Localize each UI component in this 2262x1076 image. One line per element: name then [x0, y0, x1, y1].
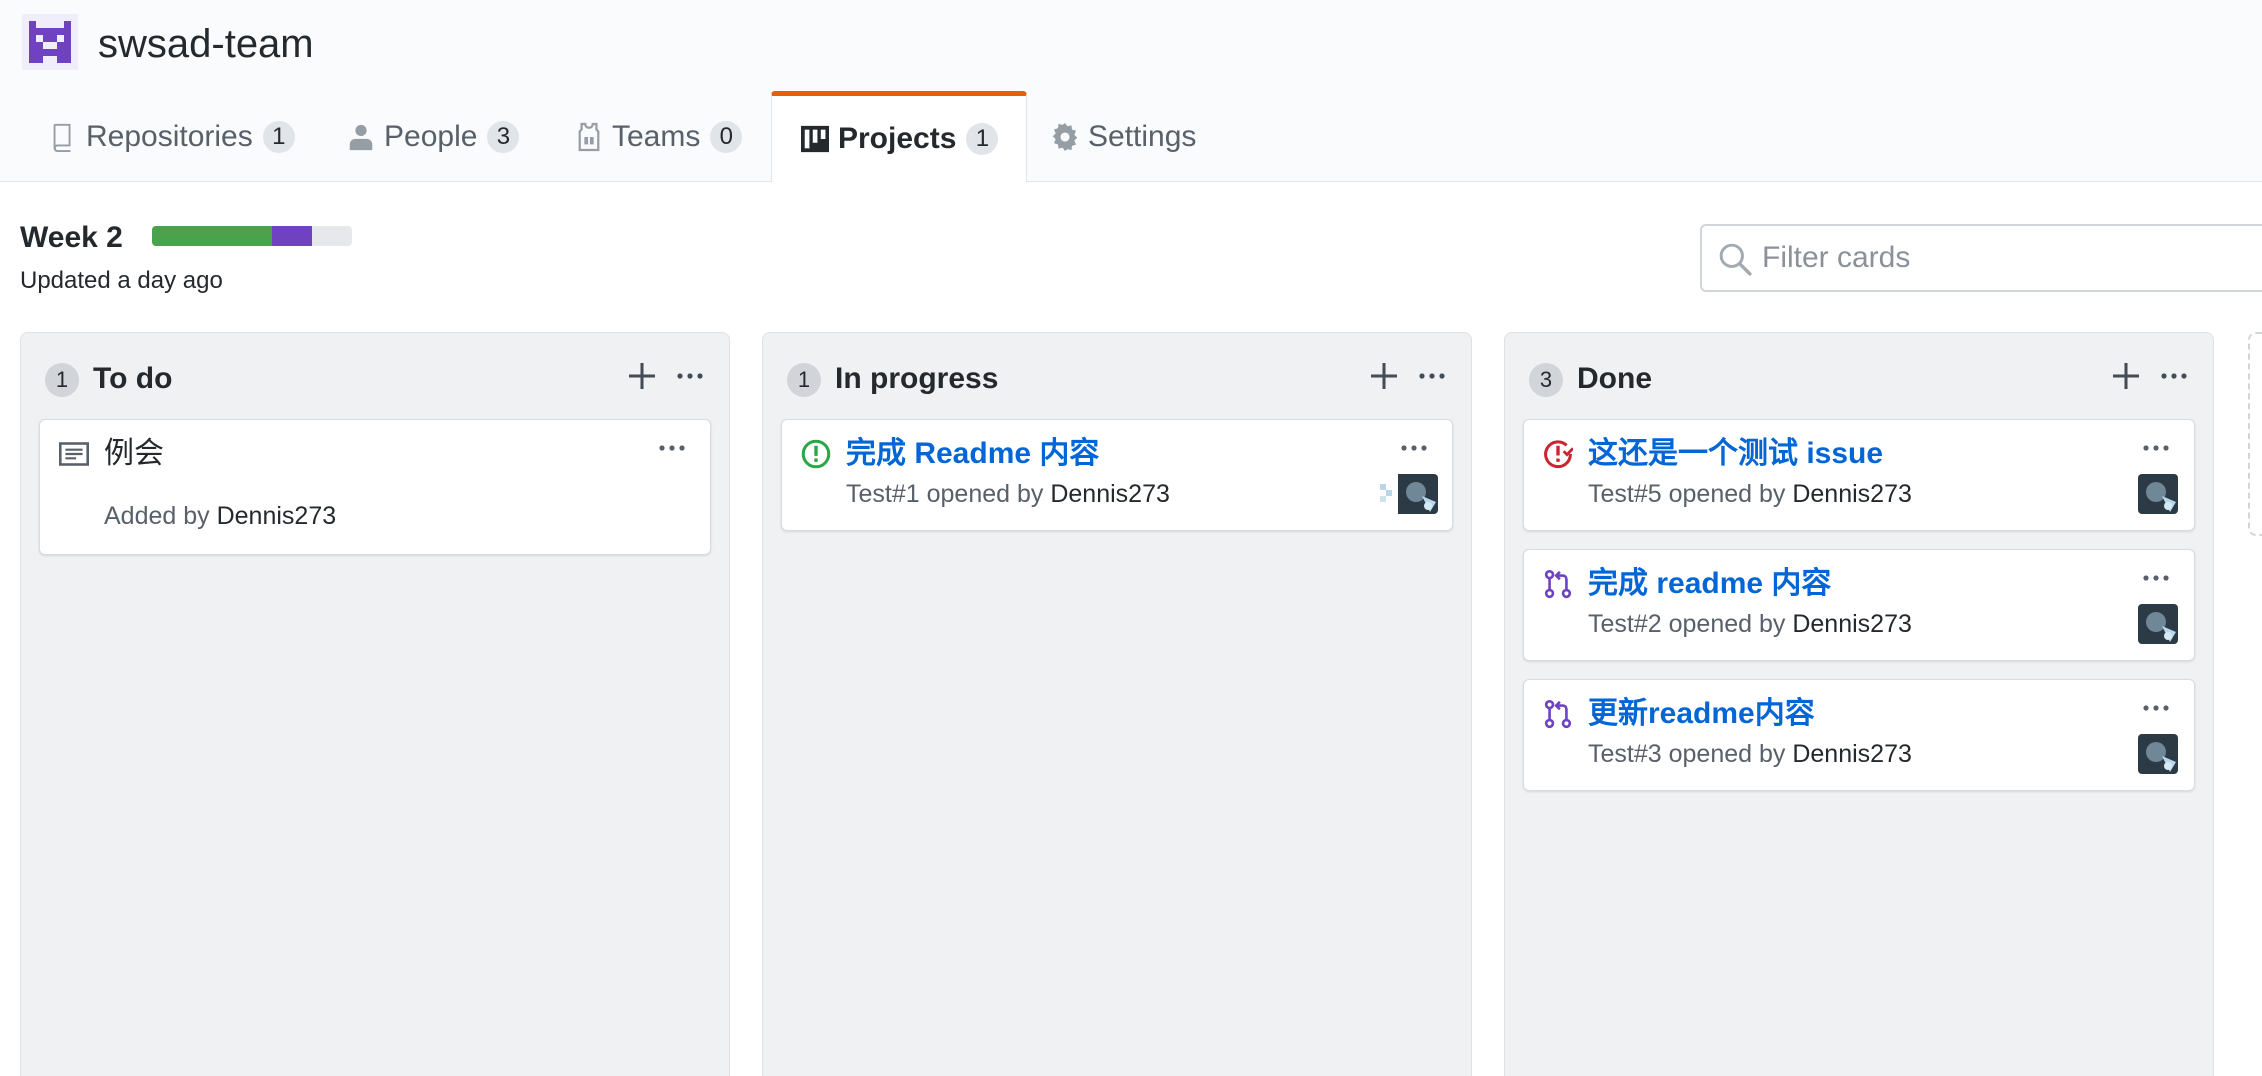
tab-projects[interactable]: Projects 1: [771, 91, 1028, 183]
card-meta: Test#2 opened by Dennis273: [1588, 608, 1912, 640]
card-meta-prefix: Added by: [104, 502, 210, 530]
card-author-link[interactable]: Dennis273: [1050, 480, 1170, 508]
tab-label: Repositories: [86, 120, 253, 153]
project-progress-bar: [152, 226, 352, 246]
card-author-link[interactable]: Dennis273: [1792, 610, 1912, 638]
progress-in-progress-segment: [272, 226, 312, 246]
card-author-link[interactable]: Dennis273: [1792, 480, 1912, 508]
repo-icon: [48, 120, 78, 154]
project-card[interactable]: 完成 readme 内容 Test#2 opened by Dennis273: [1523, 549, 2195, 661]
card-meta-prefix: Test#1 opened by: [846, 480, 1044, 508]
card-menu-ellipsis-icon[interactable]: [1394, 434, 1434, 462]
assignee-avatar[interactable]: [1380, 474, 1438, 514]
card-meta-prefix: Test#2 opened by: [1588, 610, 1786, 638]
column-header: 3 Done: [1505, 333, 2213, 417]
project-updated-text: Updated a day ago: [20, 267, 223, 294]
issue-opened-icon: [800, 438, 832, 470]
card-title-link[interactable]: 这还是一个测试 issue: [1588, 436, 1883, 472]
git-pull-request-icon: [1542, 698, 1574, 730]
column-card-count: 1: [45, 363, 79, 397]
card-author-link[interactable]: Dennis273: [217, 502, 337, 530]
tab-people[interactable]: People 3: [346, 92, 520, 182]
tab-label: Settings: [1088, 120, 1197, 153]
card-menu-ellipsis-icon[interactable]: [2136, 694, 2176, 722]
assignee-avatar[interactable]: [2138, 734, 2178, 774]
tab-counter: 1: [966, 123, 999, 155]
add-card-plus-icon[interactable]: [625, 359, 659, 393]
add-card-plus-icon[interactable]: [1367, 359, 1401, 393]
git-pull-request-icon: [1542, 568, 1574, 600]
card-title-link[interactable]: 更新readme内容: [1588, 696, 1815, 732]
tab-teams[interactable]: Teams 0: [574, 92, 743, 182]
tab-label: Teams: [612, 120, 701, 153]
search-icon: [1718, 242, 1752, 281]
project-card[interactable]: 这还是一个测试 issue Test#5 opened by Dennis273: [1523, 419, 2195, 531]
column-in-progress: 1 In progress 完成 Readme 内容 Test#1 opened…: [762, 332, 1472, 1076]
tab-counter: 0: [710, 121, 743, 153]
issue-closed-icon: [1542, 438, 1574, 470]
card-author-link[interactable]: Dennis273: [1792, 740, 1912, 768]
progress-done-segment: [152, 226, 272, 246]
assignee-avatar[interactable]: [2138, 604, 2178, 644]
column-card-count: 1: [787, 363, 821, 397]
column-title: In progress: [835, 362, 999, 395]
card-title-link[interactable]: 完成 readme 内容: [1588, 566, 1831, 602]
card-meta-prefix: Test#5 opened by: [1588, 480, 1786, 508]
column-header: 1 To do: [21, 333, 729, 417]
column-done: 3 Done 这还是一个测试 issue Test#5 opened by De…: [1504, 332, 2214, 1076]
filter-cards-box[interactable]: [1700, 224, 2262, 292]
org-header: swsad-team Repositories 1 People 3 Teams…: [0, 0, 2262, 183]
gear-icon: [1050, 120, 1080, 154]
org-name[interactable]: swsad-team: [98, 20, 314, 68]
project-card[interactable]: 例会 Added by Dennis273: [39, 419, 711, 555]
column-menu-ellipsis-icon[interactable]: [1415, 359, 1449, 393]
card-title-link[interactable]: 完成 Readme 内容: [846, 436, 1099, 472]
column-todo: 1 To do 例会 Added by Dennis273: [20, 332, 730, 1076]
card-meta: Test#3 opened by Dennis273: [1588, 738, 1912, 770]
column-menu-ellipsis-icon[interactable]: [673, 359, 707, 393]
note-icon: [58, 438, 90, 470]
card-title: 例会: [104, 437, 164, 470]
column-title: To do: [93, 362, 173, 395]
card-meta: Added by Dennis273: [104, 500, 336, 532]
person-icon: [346, 120, 376, 154]
assignee-avatar[interactable]: [2138, 474, 2178, 514]
project-icon: [800, 122, 830, 156]
card-menu-ellipsis-icon[interactable]: [2136, 434, 2176, 462]
column-header: 1 In progress: [763, 333, 1471, 417]
org-identicon: [22, 14, 78, 70]
tab-label: People: [384, 120, 478, 153]
add-card-plus-icon[interactable]: [2109, 359, 2143, 393]
card-meta: Test#1 opened by Dennis273: [846, 478, 1170, 510]
tab-settings[interactable]: Settings: [1050, 92, 1196, 182]
org-avatar[interactable]: [22, 14, 78, 70]
jersey-icon: [574, 120, 604, 154]
card-meta: Test#5 opened by Dennis273: [1588, 478, 1912, 510]
card-meta-prefix: Test#3 opened by: [1588, 740, 1786, 768]
column-card-count: 3: [1529, 363, 1563, 397]
add-column-placeholder[interactable]: [2248, 332, 2262, 536]
card-menu-ellipsis-icon[interactable]: [652, 434, 692, 462]
project-card[interactable]: 更新readme内容 Test#3 opened by Dennis273: [1523, 679, 2195, 791]
project-name: Week 2: [20, 221, 123, 254]
tab-counter: 1: [262, 121, 295, 153]
tab-repositories[interactable]: Repositories 1: [48, 92, 295, 182]
tab-label: Projects: [838, 122, 957, 155]
project-card[interactable]: 完成 Readme 内容 Test#1 opened by Dennis273: [781, 419, 1453, 531]
card-menu-ellipsis-icon[interactable]: [2136, 564, 2176, 592]
column-menu-ellipsis-icon[interactable]: [2157, 359, 2191, 393]
filter-cards-input[interactable]: [1762, 236, 2242, 280]
column-title: Done: [1577, 362, 1652, 395]
tab-counter: 3: [487, 121, 520, 153]
